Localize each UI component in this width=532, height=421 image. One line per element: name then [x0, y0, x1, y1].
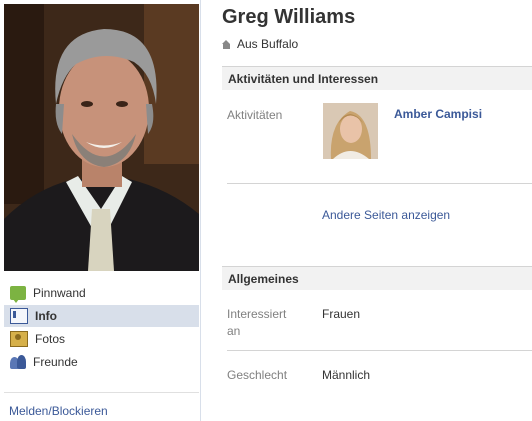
- divider: [227, 183, 532, 184]
- nav-item-label: Info: [35, 309, 57, 323]
- section-header-activities: Aktivitäten und Interessen: [222, 66, 532, 90]
- divider: [4, 392, 199, 393]
- profile-nav: Pinnwand Info Fotos Freunde: [4, 282, 199, 374]
- profile-name: Greg Williams: [222, 6, 356, 28]
- show-more-pages-link[interactable]: Andere Seiten anzeigen: [322, 208, 450, 222]
- friend-photo-image: [323, 103, 378, 159]
- friend-thumbnail[interactable]: [323, 103, 378, 159]
- left-column: Pinnwand Info Fotos Freunde Melden/Block…: [0, 0, 201, 421]
- interested-in-label-line2: an: [227, 324, 241, 338]
- nav-item-label: Pinnwand: [33, 286, 86, 300]
- section-header-general: Allgemeines: [222, 266, 532, 290]
- friend-name-link[interactable]: Amber Campisi: [394, 107, 482, 121]
- activities-label: Aktivitäten: [227, 108, 283, 122]
- interested-in-label-line1: Interessiert: [227, 307, 287, 321]
- nav-item-pinnwand[interactable]: Pinnwand: [4, 282, 199, 304]
- profile-location: Aus Buffalo: [222, 37, 298, 51]
- profile-photo[interactable]: [4, 4, 199, 271]
- info-icon: [10, 308, 28, 324]
- interested-in-label: Interessiert an: [227, 306, 286, 340]
- profile-photo-image: [4, 4, 199, 271]
- gender-value: Männlich: [322, 368, 371, 382]
- nav-item-fotos[interactable]: Fotos: [4, 328, 199, 350]
- friends-icon: [10, 355, 26, 369]
- nav-item-freunde[interactable]: Freunde: [4, 351, 199, 373]
- nav-item-label: Freunde: [33, 355, 78, 369]
- home-icon: [222, 39, 231, 49]
- interested-in-value: Frauen: [322, 307, 361, 321]
- divider: [227, 350, 532, 351]
- report-block-link[interactable]: Melden/Blockieren: [9, 404, 108, 418]
- gender-label: Geschlecht: [227, 368, 288, 382]
- photos-icon: [10, 331, 28, 347]
- nav-item-label: Fotos: [35, 332, 66, 346]
- wall-icon: [10, 286, 26, 303]
- location-text: Aus Buffalo: [237, 37, 299, 51]
- nav-item-info[interactable]: Info: [4, 305, 199, 327]
